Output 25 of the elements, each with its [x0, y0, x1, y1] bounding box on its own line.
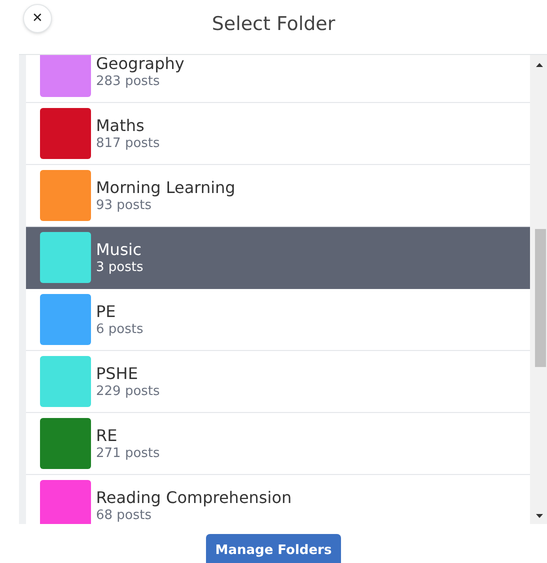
post-count: 6 posts — [96, 322, 144, 338]
post-count: 68 posts — [96, 508, 152, 524]
window-title: Select Folder — [212, 12, 336, 37]
folder-name: Maths — [96, 116, 144, 136]
scrollbar[interactable] — [530, 55, 547, 524]
post-count: 271 posts — [96, 446, 160, 462]
post-count: 283 posts — [96, 74, 160, 90]
folder-name: PE — [96, 302, 116, 322]
post-count: 93 posts — [96, 198, 152, 214]
folder-row[interactable]: Geography 283 posts — [26, 55, 530, 103]
post-count: 3 posts — [96, 260, 144, 276]
folder-name: PSHE — [96, 364, 138, 384]
folder-name: Geography — [96, 55, 184, 74]
close-button[interactable]: ✕ — [23, 4, 52, 33]
folder-name: RE — [96, 426, 118, 446]
post-count: 229 posts — [96, 384, 160, 400]
scroll-up-icon[interactable] — [536, 63, 543, 67]
folder-row[interactable]: Music 3 posts — [26, 227, 530, 289]
manage-folders-button[interactable]: Manage Folders — [206, 534, 341, 563]
scroll-thumb[interactable] — [535, 229, 546, 367]
folder-name: Music — [96, 240, 142, 260]
folder-name: Reading Comprehension — [96, 488, 292, 508]
post-count: 817 posts — [96, 136, 160, 152]
scroll-down-icon[interactable] — [536, 514, 543, 518]
folder-name: Morning Learning — [96, 178, 236, 198]
